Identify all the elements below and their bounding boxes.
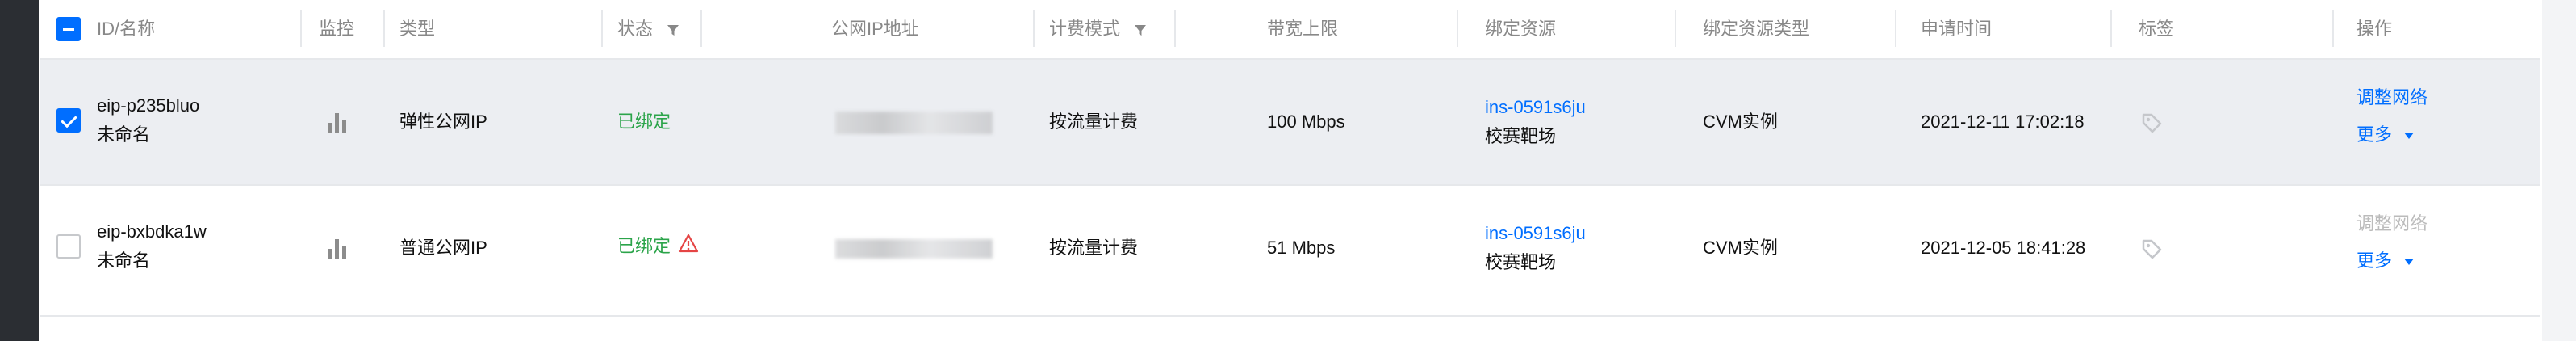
header-bound-resource-type: 绑定资源类型 [1703, 19, 1810, 39]
bound-resource-name: 校赛靶场 [1485, 126, 1557, 146]
adjust-network-link[interactable]: 调整网络 [2356, 84, 2428, 112]
column-divider [383, 10, 385, 47]
apply-time: 2021-12-11 17:02:18 [1921, 112, 2085, 132]
table-row[interactable]: eip-p235bluo 未命名 弹性公网IP 已绑定 按流量计费 100 Mb… [40, 60, 2540, 186]
more-actions-dropdown[interactable]: 更多 [2356, 247, 2415, 275]
eip-id: eip-p235bluo [97, 95, 200, 116]
bandwidth-limit: 100 Mbps [1267, 112, 1345, 132]
bound-resource-type: CVM实例 [1703, 112, 1778, 132]
header-type: 类型 [399, 19, 436, 39]
row-select-checkbox[interactable] [56, 234, 81, 259]
monitor-chart-icon[interactable] [327, 112, 348, 133]
eip-name: 未命名 [97, 124, 151, 145]
status-filter-icon[interactable] [666, 23, 680, 37]
header-billing-label: 计费模式 [1049, 19, 1121, 39]
warning-icon[interactable] [677, 233, 700, 255]
billing-mode: 按流量计费 [1049, 238, 1139, 258]
header-public-ip: 公网IP地址 [831, 19, 919, 39]
eip-type: 弹性公网IP [399, 112, 487, 132]
left-sidebar-edge [0, 0, 39, 341]
select-all-checkbox[interactable] [56, 17, 81, 41]
column-divider [300, 10, 302, 47]
adjust-network-link-disabled: 调整网络 [2356, 213, 2428, 234]
column-divider [2332, 10, 2334, 47]
bandwidth-limit: 51 Mbps [1267, 238, 1336, 258]
public-ip-redacted [835, 239, 993, 259]
public-ip-redacted [835, 112, 993, 134]
right-page-edge [2542, 0, 2576, 341]
header-status: 状态 [617, 15, 680, 43]
eip-table: ID/名称 监控 类型 状态 公网IP地址 计费模式 带宽上限 绑定资源 绑定资… [40, 0, 2540, 341]
column-divider [1457, 10, 1458, 47]
billing-mode: 按流量计费 [1049, 112, 1139, 132]
caret-down-icon [2404, 259, 2415, 266]
bound-resource-link[interactable]: ins-0591s6ju [1485, 94, 1586, 121]
header-id-name: ID/名称 [97, 19, 156, 39]
bound-resource-link[interactable]: ins-0591s6ju [1485, 220, 1586, 247]
column-divider [1174, 10, 1176, 47]
tag-icon[interactable] [2140, 238, 2163, 260]
header-tags: 标签 [2139, 19, 2175, 39]
column-divider [700, 10, 702, 47]
header-billing: 计费模式 [1049, 15, 1148, 43]
header-status-label: 状态 [617, 19, 654, 39]
column-divider [1675, 10, 1676, 47]
caret-down-icon [2404, 133, 2415, 140]
header-actions: 操作 [2356, 19, 2393, 39]
status-cell: 已绑定 [617, 233, 700, 260]
more-actions-label: 更多 [2356, 124, 2393, 145]
eip-id: eip-bxbdka1w [97, 221, 207, 242]
apply-time: 2021-12-05 18:41:28 [1921, 238, 2086, 258]
header-bandwidth: 带宽上限 [1267, 19, 1339, 39]
table-header: ID/名称 监控 类型 状态 公网IP地址 计费模式 带宽上限 绑定资源 绑定资… [40, 0, 2540, 60]
column-divider [1895, 10, 1896, 47]
tag-icon[interactable] [2140, 112, 2163, 134]
monitor-chart-icon[interactable] [327, 238, 348, 259]
column-divider [601, 10, 603, 47]
column-divider [1033, 10, 1035, 47]
status-text: 已绑定 [617, 112, 671, 132]
more-actions-dropdown[interactable]: 更多 [2356, 121, 2415, 149]
eip-name: 未命名 [97, 250, 151, 271]
row-select-checkbox[interactable] [56, 108, 81, 133]
header-bound-resource: 绑定资源 [1485, 19, 1557, 39]
billing-filter-icon[interactable] [1133, 23, 1148, 37]
column-divider [2110, 10, 2112, 47]
more-actions-label: 更多 [2356, 250, 2393, 271]
header-monitor: 监控 [319, 19, 355, 39]
status-text: 已绑定 [617, 236, 671, 256]
table-row[interactable]: eip-bxbdka1w 未命名 普通公网IP 已绑定 按流量计费 51 Mbp… [40, 186, 2540, 317]
header-apply-time: 申请时间 [1921, 19, 1993, 39]
bound-resource-type: CVM实例 [1703, 238, 1778, 258]
bound-resource-name: 校赛靶场 [1485, 252, 1557, 272]
eip-type: 普通公网IP [399, 238, 487, 258]
